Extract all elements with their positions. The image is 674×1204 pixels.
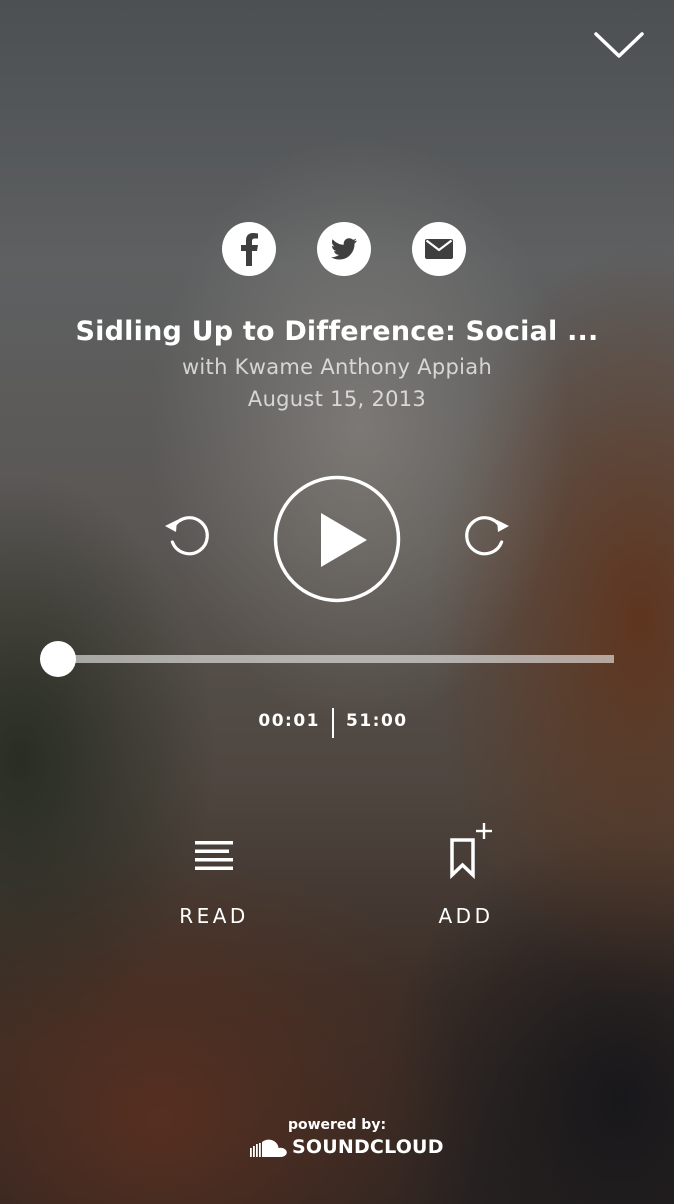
- play-icon: [273, 475, 401, 603]
- total-time: 51:00: [346, 711, 408, 731]
- episode-subtitle: with Kwame Anthony Appiah: [181, 355, 493, 379]
- forward-button[interactable]: [458, 508, 514, 560]
- time-divider: [332, 708, 334, 738]
- soundcloud-brand[interactable]: SOUNDCLOUD: [248, 1136, 448, 1160]
- chevron-down-icon: [594, 32, 644, 58]
- email-share-button[interactable]: [412, 222, 466, 276]
- progress-track[interactable]: [58, 655, 614, 663]
- episode-title: Sidling Up to Difference: Social ...: [75, 316, 599, 347]
- rewind-icon: [165, 516, 209, 556]
- forward-icon: [465, 516, 509, 556]
- powered-by-label: powered by:: [287, 1117, 387, 1133]
- soundcloud-text: SOUNDCLOUD: [292, 1136, 444, 1158]
- twitter-icon: [331, 238, 357, 260]
- close-button[interactable]: [590, 26, 648, 66]
- add-label[interactable]: ADD: [396, 904, 536, 928]
- rewind-button[interactable]: [160, 508, 216, 560]
- share-row: [0, 222, 674, 278]
- progress-thumb[interactable]: [40, 641, 76, 677]
- player-screen: Sidling Up to Difference: Social ... wit…: [0, 0, 674, 1204]
- read-icon: [195, 841, 233, 870]
- read-label[interactable]: READ: [144, 904, 284, 928]
- bookmark-add-icon: [450, 823, 492, 880]
- email-icon: [425, 239, 453, 259]
- twitter-share-button[interactable]: [317, 222, 371, 276]
- current-time: 00:01: [258, 711, 320, 731]
- facebook-share-button[interactable]: [222, 222, 276, 276]
- soundcloud-icon: [250, 1139, 287, 1157]
- play-button[interactable]: [273, 475, 401, 603]
- episode-date: August 15, 2013: [247, 387, 427, 411]
- facebook-icon: [241, 233, 258, 266]
